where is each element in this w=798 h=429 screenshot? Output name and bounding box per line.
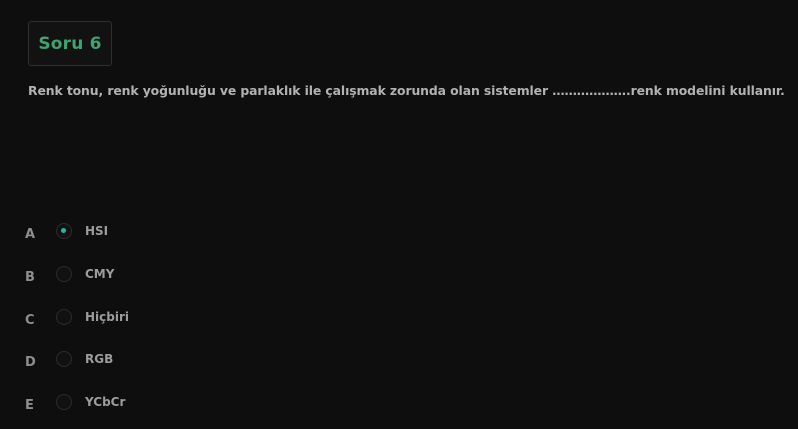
radio-button-selected[interactable] bbox=[56, 223, 72, 239]
radio-button[interactable] bbox=[56, 351, 72, 367]
question-text: Renk tonu, renk yoğunluğu ve parlaklık i… bbox=[28, 83, 785, 98]
question-number-badge: Soru 6 bbox=[28, 21, 112, 66]
option-a[interactable]: A HSI bbox=[0, 219, 300, 249]
option-e[interactable]: E YCbCr bbox=[0, 390, 300, 420]
radio-button[interactable] bbox=[56, 266, 72, 282]
option-letter: C bbox=[25, 313, 35, 328]
option-b[interactable]: B CMY bbox=[0, 262, 300, 292]
option-label[interactable]: Hiçbiri bbox=[85, 310, 129, 324]
option-letter: A bbox=[25, 227, 36, 242]
question-number: Soru 6 bbox=[38, 33, 102, 54]
radio-button[interactable] bbox=[56, 309, 72, 325]
option-letter: B bbox=[25, 270, 35, 285]
option-letter: E bbox=[25, 398, 34, 413]
option-letter: D bbox=[25, 355, 36, 370]
option-label[interactable]: HSI bbox=[85, 224, 108, 238]
option-label[interactable]: YCbCr bbox=[85, 395, 125, 409]
option-label[interactable]: RGB bbox=[85, 352, 113, 366]
option-label[interactable]: CMY bbox=[85, 267, 114, 281]
radio-button[interactable] bbox=[56, 394, 72, 410]
option-c[interactable]: C Hiçbiri bbox=[0, 305, 300, 335]
quiz-page: Soru 6 Renk tonu, renk yoğunluğu ve parl… bbox=[0, 0, 798, 429]
option-d[interactable]: D RGB bbox=[0, 347, 300, 377]
